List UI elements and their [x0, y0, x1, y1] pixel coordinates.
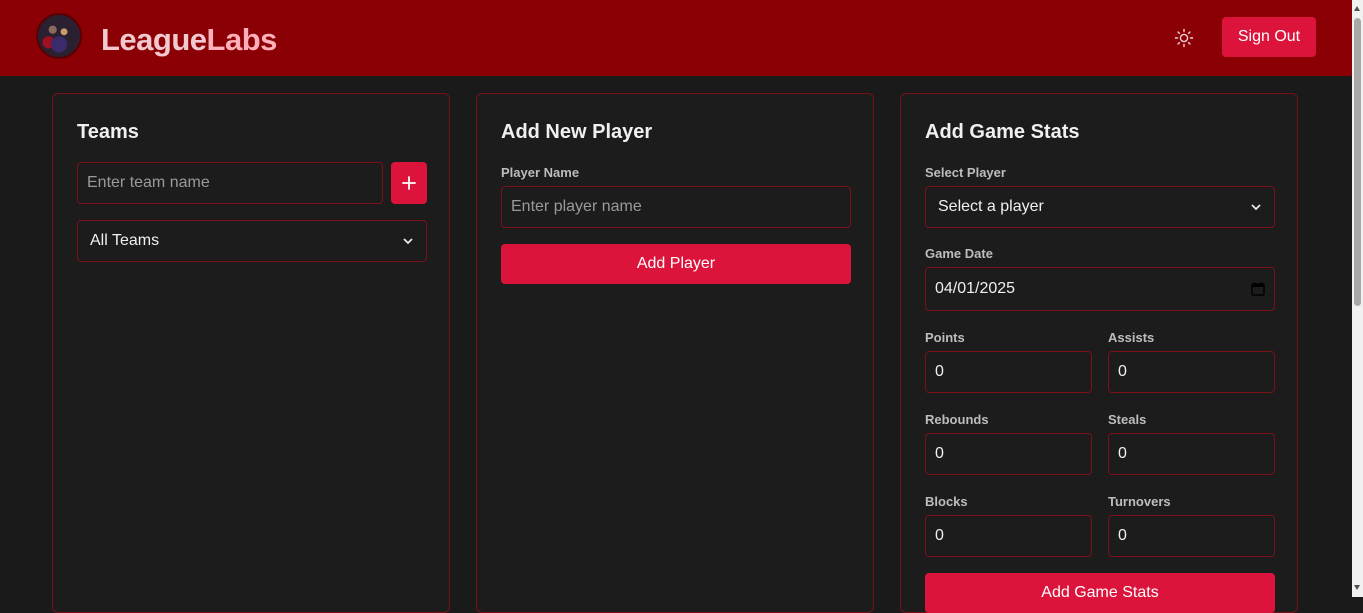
rebounds-label: Rebounds — [925, 412, 989, 427]
turnovers-label: Turnovers — [1108, 494, 1171, 509]
scrollbar-thumb[interactable] — [1354, 18, 1361, 306]
add-player-card: Add New Player Player Name Add Player — [476, 93, 874, 613]
brand-part-2: Labs — [206, 22, 278, 57]
game-stats-card: Add Game Stats Select Player Select a pl… — [900, 93, 1298, 613]
rebounds-input[interactable] — [925, 433, 1092, 475]
team-name-input[interactable] — [77, 162, 383, 204]
brand-part-1: League — [101, 22, 207, 57]
chevron-down-icon — [403, 238, 413, 245]
player-select[interactable]: Select a player — [925, 186, 1275, 228]
game-date-input[interactable]: 04/01/2025 — [925, 267, 1275, 311]
add-game-stats-button[interactable]: Add Game Stats — [925, 573, 1275, 613]
plus-icon — [402, 176, 416, 190]
app-header: LeagueLabs Sign Out — [0, 0, 1352, 76]
player-name-input[interactable] — [501, 186, 851, 228]
page-scrollbar[interactable] — [1352, 0, 1363, 597]
scroll-up-arrow[interactable] — [1354, 6, 1360, 11]
teams-title: Teams — [77, 121, 139, 143]
points-input[interactable] — [925, 351, 1092, 393]
calendar-icon[interactable] — [1251, 282, 1265, 296]
steals-label: Steals — [1108, 412, 1147, 427]
teams-card: Teams All Teams — [52, 93, 450, 613]
player-select-value: Select a player — [938, 198, 1044, 215]
game-stats-title: Add Game Stats — [925, 121, 1080, 143]
game-date-value: 04/01/2025 — [935, 280, 1016, 297]
chevron-down-icon — [1251, 204, 1261, 211]
add-player-title: Add New Player — [501, 121, 653, 143]
steals-input[interactable] — [1108, 433, 1275, 475]
team-filter-select[interactable]: All Teams — [77, 220, 427, 262]
select-player-label: Select Player — [925, 165, 1006, 180]
team-filter-value: All Teams — [90, 232, 160, 249]
logo-avatar — [36, 13, 82, 59]
assists-input[interactable] — [1108, 351, 1275, 393]
add-player-button[interactable]: Add Player — [501, 244, 851, 284]
points-label: Points — [925, 330, 965, 345]
sign-out-button[interactable]: Sign Out — [1222, 17, 1316, 57]
game-date-label: Game Date — [925, 246, 993, 261]
blocks-input[interactable] — [925, 515, 1092, 557]
sun-icon — [1174, 28, 1194, 48]
theme-toggle-button[interactable] — [1170, 24, 1198, 52]
brand-logo[interactable]: LeagueLabs — [101, 20, 277, 60]
player-name-label: Player Name — [501, 165, 580, 180]
add-team-button[interactable] — [391, 162, 427, 204]
scroll-down-arrow[interactable] — [1354, 585, 1360, 590]
blocks-label: Blocks — [925, 494, 968, 509]
turnovers-input[interactable] — [1108, 515, 1275, 557]
assists-label: Assists — [1108, 330, 1155, 345]
